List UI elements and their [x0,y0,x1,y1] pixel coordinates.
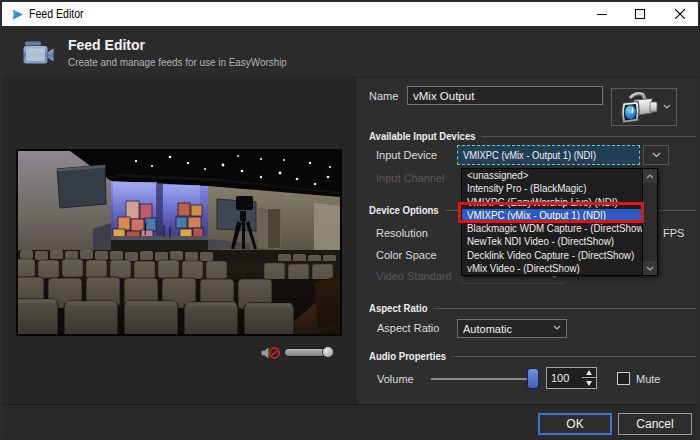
camera-3d-icon [620,91,660,125]
dropdown-item[interactable]: Blackmagic WDM Capture - (DirectShow) [462,222,642,235]
mute-checkbox[interactable] [617,372,630,385]
dropdown-item[interactable]: <unassigned> [462,169,642,182]
section-line [481,136,696,137]
chevron-down-icon [646,266,654,271]
section-line [433,308,696,309]
section-aspect-ratio: Aspect Ratio [369,302,428,314]
input-device-value: VMIXPC (vMix - Output 1) (NDI) [463,149,596,161]
volume-slider-track[interactable] [431,378,537,380]
annotation-highlight-box [458,202,644,223]
volume-number-input[interactable]: 100 [546,367,583,389]
arrow-up-icon [586,370,592,375]
dropdown-scrollbar[interactable] [642,169,657,275]
volume-spin-up-button[interactable] [582,368,596,378]
dropdown-item[interactable]: Intensity Pro - (BlackMagic) [462,182,642,195]
ok-button[interactable]: OK [538,413,612,435]
section-device-options: Device Options [369,204,439,216]
header-title: Feed Editor [68,37,145,53]
resolution-label: Resolution [376,227,428,239]
volume-label: Volume [377,373,414,385]
name-label: Name [369,90,398,102]
dropdown-item[interactable]: vMix Video - (DirectShow) [462,262,642,275]
chevron-up-icon [646,174,654,179]
maximize-icon [635,9,645,19]
input-device-dropdown-button[interactable] [643,145,669,165]
aspect-ratio-label: Aspect Ratio [377,322,439,334]
muted-speaker-icon[interactable] [261,347,281,359]
input-device-combobox[interactable]: VMIXPC (vMix - Output 1) (NDI) [457,145,640,165]
easyworship-logo-icon [11,8,24,21]
minimize-button[interactable] [582,2,622,26]
input-channel-label: Input Channel [376,172,445,184]
dialog-header: Feed Editor Create and manage feeds for … [2,26,698,78]
chevron-down-icon [553,325,560,332]
feed-editor-dialog: Feed Editor Feed Editor Create and manag… [0,0,700,440]
cancel-button[interactable]: Cancel [618,413,692,435]
cancel-button-label: Cancel [636,417,673,431]
camera-button-chevron-icon [663,104,670,111]
minimize-icon [597,9,607,19]
arrow-down-icon [586,381,592,386]
dropdown-item[interactable]: NewTek NDI Video - (DirectShow) [462,235,642,248]
header-subtitle: Create and manage feeds for use in EasyW… [68,56,287,68]
volume-spinner [582,367,597,389]
titlebar: Feed Editor [2,2,698,26]
ok-button-label: OK [566,417,583,431]
camera-source-button[interactable] [611,88,677,126]
preview-volume-thumb[interactable] [323,347,333,357]
input-device-label: Input Device [376,149,437,161]
section-audio-properties: Audio Properties [369,350,446,362]
fps-label: FPS [663,227,684,239]
aspect-ratio-value: Automatic [463,323,512,335]
close-icon [675,9,685,19]
section-available-input-devices: Available Input Devices [369,130,476,142]
mute-label: Mute [636,373,660,385]
close-button[interactable] [662,2,698,26]
chevron-down-icon [652,152,661,158]
name-input[interactable]: vMix Output [407,86,603,105]
section-line [451,356,696,357]
volume-slider-thumb[interactable] [528,369,538,388]
scroll-down-button[interactable] [643,261,657,275]
video-preview [16,149,342,336]
name-input-value: vMix Output [413,90,474,102]
auditorium-preview-image [18,151,340,334]
scroll-up-button[interactable] [643,169,657,183]
volume-spin-down-button[interactable] [582,378,596,388]
aspect-ratio-combobox[interactable]: Automatic [457,319,567,338]
window-title: Feed Editor [29,7,84,21]
volume-value: 100 [551,372,569,384]
dropdown-item[interactable]: Decklink Video Capture - (DirectShow) [462,249,642,262]
video-camera-icon [23,40,57,65]
maximize-button[interactable] [620,2,660,26]
video-standard-label: Video Standard [376,270,452,282]
color-space-label: Color Space [376,249,437,261]
